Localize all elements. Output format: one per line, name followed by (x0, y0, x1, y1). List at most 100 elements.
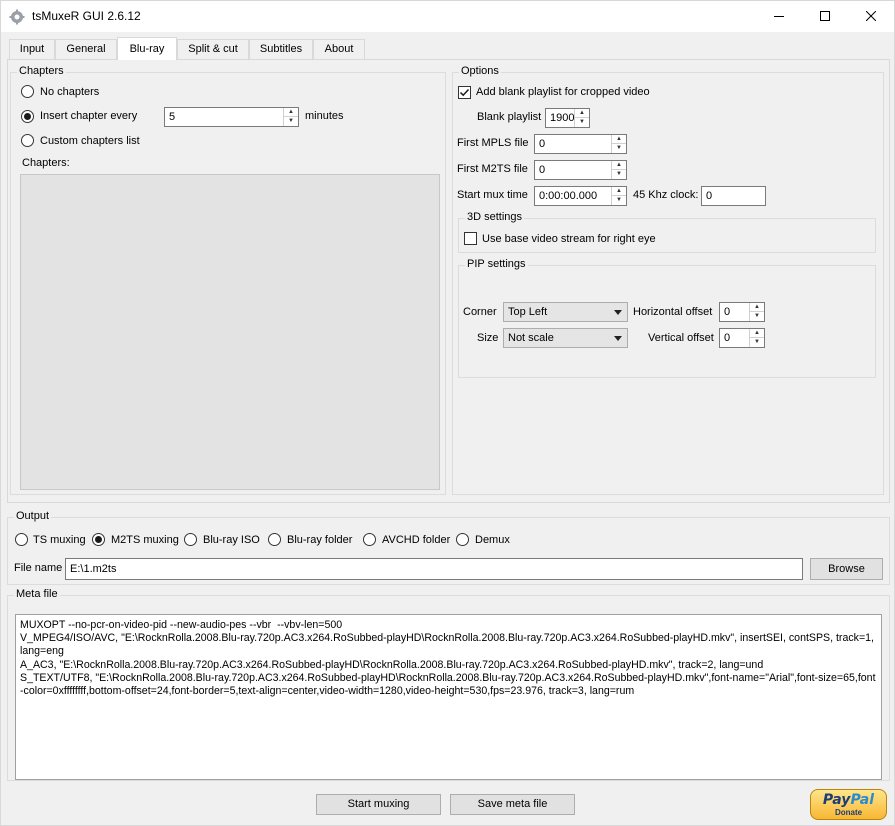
file-name-input[interactable]: E:\1.m2ts (65, 558, 803, 580)
output-group: Output TS muxing M2TS muxing Blu-ray ISO… (7, 510, 890, 585)
size-select[interactable]: Not scale (503, 328, 628, 348)
close-button[interactable] (848, 1, 894, 32)
browse-button[interactable]: Browse (810, 558, 883, 580)
spin-up-icon[interactable]: ▲ (284, 108, 298, 117)
custom-chapters-radio[interactable] (21, 134, 34, 147)
output-group-title: Output (14, 510, 52, 522)
start-mux-time-value: 0:00:00.000 (539, 190, 598, 202)
chevron-down-icon (614, 310, 622, 315)
spin-down-icon[interactable]: ▼ (575, 118, 589, 127)
blank-playlist-label: Blank playlist (477, 111, 542, 123)
first-m2ts-spinbox[interactable]: 0 ▲ ▼ (534, 160, 627, 180)
blu-ray-iso-label: Blu-ray ISO (203, 534, 260, 546)
size-value: Not scale (508, 332, 554, 344)
chapters-list[interactable] (20, 174, 440, 490)
corner-label: Corner (463, 306, 497, 318)
m2ts-muxing-label: M2TS muxing (111, 534, 179, 546)
meta-file-group: Meta file MUXOPT --no-pcr-on-video-pid -… (7, 588, 890, 781)
ts-muxing-label: TS muxing (33, 534, 86, 546)
spin-up-icon[interactable]: ▲ (750, 303, 764, 312)
chapter-interval-value: 5 (169, 111, 176, 123)
tab-split-cut[interactable]: Split & cut (177, 39, 249, 60)
blank-playlist-spinbox[interactable]: 1900 ▲ ▼ (545, 108, 590, 128)
chapter-interval-spinbox[interactable]: 5 ▲ ▼ (164, 107, 299, 127)
meta-file-textarea[interactable]: MUXOPT --no-pcr-on-video-pid --new-audio… (15, 614, 882, 780)
start-muxing-button[interactable]: Start muxing (316, 794, 441, 815)
clock-value: 0 (706, 190, 713, 202)
chapters-group-title: Chapters (17, 65, 66, 77)
window-title: tsMuxeR GUI 2.6.12 (32, 9, 141, 23)
vertical-offset-value: 0 (724, 332, 731, 344)
ts-muxing-radio[interactable] (15, 533, 28, 546)
clock-input[interactable]: 0 (701, 186, 766, 206)
m2ts-muxing-radio[interactable] (92, 533, 105, 546)
maximize-icon (820, 11, 830, 21)
blu-ray-folder-label: Blu-ray folder (287, 534, 353, 546)
avchd-folder-radio[interactable] (363, 533, 376, 546)
3d-settings-title: 3D settings (465, 211, 525, 223)
3d-settings-group: 3D settings Use base video stream for ri… (458, 211, 876, 253)
paypal-donate-button[interactable]: PayPal Donate (810, 789, 887, 820)
blu-ray-pane: Chapters No chapters Insert chapter ever… (7, 59, 890, 503)
chevron-down-icon (614, 336, 622, 341)
minimize-icon (774, 16, 784, 17)
spin-up-icon[interactable]: ▲ (612, 187, 626, 196)
spin-down-icon[interactable]: ▼ (750, 338, 764, 347)
no-chapters-radio[interactable] (21, 85, 34, 98)
chapters-list-label: Chapters: (22, 157, 70, 169)
add-blank-playlist-label: Add blank playlist for cropped video (476, 86, 650, 98)
file-name-label: File name (14, 562, 63, 574)
size-label: Size (477, 332, 499, 344)
checkmark-icon (459, 88, 470, 97)
paypal-logo: PayPal (822, 792, 875, 808)
base-stream-right-eye-checkbox[interactable] (464, 232, 477, 245)
tab-blu-ray[interactable]: Blu-ray (117, 37, 177, 60)
start-mux-time-spinbox[interactable]: 0:00:00.000 ▲ ▼ (534, 186, 627, 206)
avchd-folder-label: AVCHD folder (382, 534, 451, 546)
minimize-button[interactable] (756, 1, 802, 32)
app-gear-icon (9, 9, 25, 25)
blu-ray-iso-radio[interactable] (184, 533, 197, 546)
spin-up-icon[interactable]: ▲ (612, 161, 626, 170)
tab-about[interactable]: About (313, 39, 365, 60)
horizontal-offset-label: Horizontal offset (633, 306, 713, 318)
first-mpls-spinbox[interactable]: 0 ▲ ▼ (534, 134, 627, 154)
main-window: tsMuxeR GUI 2.6.12 Input General Blu-ray… (0, 0, 895, 826)
spin-up-icon[interactable]: ▲ (612, 135, 626, 144)
demux-label: Demux (475, 534, 510, 546)
maximize-button[interactable] (802, 1, 848, 32)
meta-file-title: Meta file (14, 588, 60, 600)
spin-up-icon[interactable]: ▲ (575, 109, 589, 118)
title-bar: tsMuxeR GUI 2.6.12 (1, 1, 894, 32)
spin-down-icon[interactable]: ▼ (612, 196, 626, 205)
vertical-offset-spinbox[interactable]: 0 ▲ ▼ (719, 328, 765, 348)
spin-down-icon[interactable]: ▼ (612, 170, 626, 179)
pip-settings-group: PIP settings Corner Top Left Horizontal … (458, 258, 876, 378)
spin-down-icon[interactable]: ▼ (284, 117, 298, 126)
minutes-label: minutes (305, 110, 344, 122)
blu-ray-folder-radio[interactable] (268, 533, 281, 546)
insert-chapter-every-radio[interactable] (21, 110, 34, 123)
horizontal-offset-spinbox[interactable]: 0 ▲ ▼ (719, 302, 765, 322)
clock-label: 45 Khz clock: (633, 189, 699, 201)
no-chapters-label: No chapters (40, 86, 100, 98)
corner-select[interactable]: Top Left (503, 302, 628, 322)
tab-input[interactable]: Input (9, 39, 55, 60)
options-group-title: Options (459, 65, 501, 77)
save-meta-file-button[interactable]: Save meta file (450, 794, 575, 815)
file-name-value: E:\1.m2ts (70, 563, 117, 575)
demux-radio[interactable] (456, 533, 469, 546)
close-icon (865, 10, 877, 22)
horizontal-offset-value: 0 (724, 306, 731, 318)
donate-label: Donate (834, 808, 863, 817)
tab-subtitles[interactable]: Subtitles (249, 39, 313, 60)
first-mpls-value: 0 (539, 138, 546, 150)
spin-up-icon[interactable]: ▲ (750, 329, 764, 338)
base-stream-right-eye-label: Use base video stream for right eye (482, 233, 656, 245)
first-mpls-label: First MPLS file (457, 137, 529, 149)
spin-down-icon[interactable]: ▼ (750, 312, 764, 321)
corner-value: Top Left (508, 306, 548, 318)
spin-down-icon[interactable]: ▼ (612, 144, 626, 153)
add-blank-playlist-checkbox[interactable] (458, 86, 471, 99)
tab-general[interactable]: General (55, 39, 117, 60)
